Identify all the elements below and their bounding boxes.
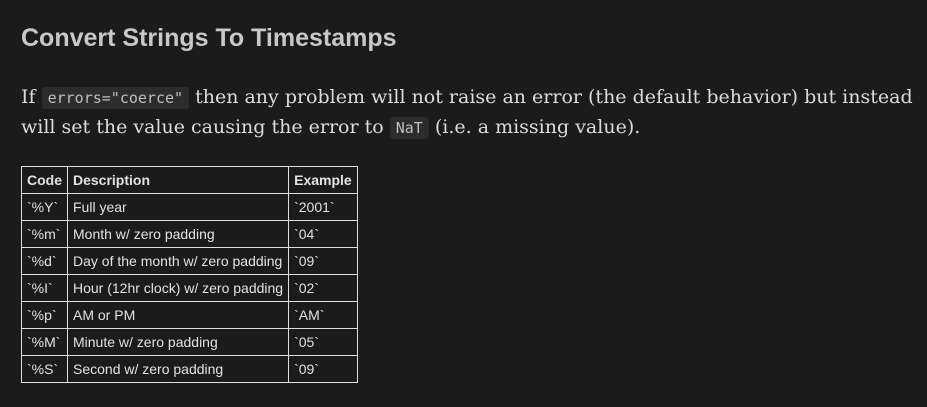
cell-description: Month w/ zero padding xyxy=(66,220,290,248)
cell-description: Minute w/ zero padding xyxy=(66,328,290,356)
cell-code: `%d` xyxy=(21,247,68,275)
cell-description: Day of the month w/ zero padding xyxy=(66,247,290,275)
cell-code: `%Y` xyxy=(21,193,68,221)
column-header-example: Example xyxy=(288,166,358,194)
table-row: `%m` Month w/ zero padding `04` xyxy=(21,220,358,248)
cell-example: `02` xyxy=(288,274,358,302)
table-row: `%S` Second w/ zero padding `09` xyxy=(21,355,358,383)
table-row: `%p` AM or PM `AM` xyxy=(21,301,358,329)
column-header-code: Code xyxy=(21,166,68,194)
inline-code-nat: NaT xyxy=(389,117,429,139)
cell-description: Hour (12hr clock) w/ zero padding xyxy=(66,274,290,302)
cell-code: `%m` xyxy=(21,220,68,248)
cell-code: `%p` xyxy=(21,301,68,329)
cell-example: `2001` xyxy=(288,193,358,221)
cell-description: AM or PM xyxy=(66,301,290,329)
cell-example: `09` xyxy=(288,355,358,383)
cell-code: `%S` xyxy=(21,355,68,383)
table-row: `%M` Minute w/ zero padding `05` xyxy=(21,328,358,356)
cell-example: `AM` xyxy=(288,301,358,329)
cell-example: `09` xyxy=(288,247,358,275)
cell-code: `%M` xyxy=(21,328,68,356)
page-heading: Convert Strings To Timestamps xyxy=(21,24,397,52)
table-header-row: Code Description Example xyxy=(21,166,358,194)
cell-description: Second w/ zero padding xyxy=(66,355,290,383)
cell-example: `05` xyxy=(288,328,358,356)
paragraph-text: If xyxy=(21,86,42,108)
format-codes-table: Code Description Example `%Y` Full year … xyxy=(21,166,358,383)
table-row: `%d` Day of the month w/ zero padding `0… xyxy=(21,247,358,275)
cell-code: `%I` xyxy=(21,274,68,302)
cell-description: Full year xyxy=(66,193,290,221)
table-row: `%I` Hour (12hr clock) w/ zero padding `… xyxy=(21,274,358,302)
column-header-description: Description xyxy=(66,166,290,194)
cell-example: `04` xyxy=(288,220,358,248)
inline-code-errors: errors="coerce" xyxy=(41,87,190,109)
description-paragraph: If errors="coerce" then any problem will… xyxy=(21,83,921,143)
table-row: `%Y` Full year `2001` xyxy=(21,193,358,221)
paragraph-text: (i.e. a missing value). xyxy=(428,116,641,138)
